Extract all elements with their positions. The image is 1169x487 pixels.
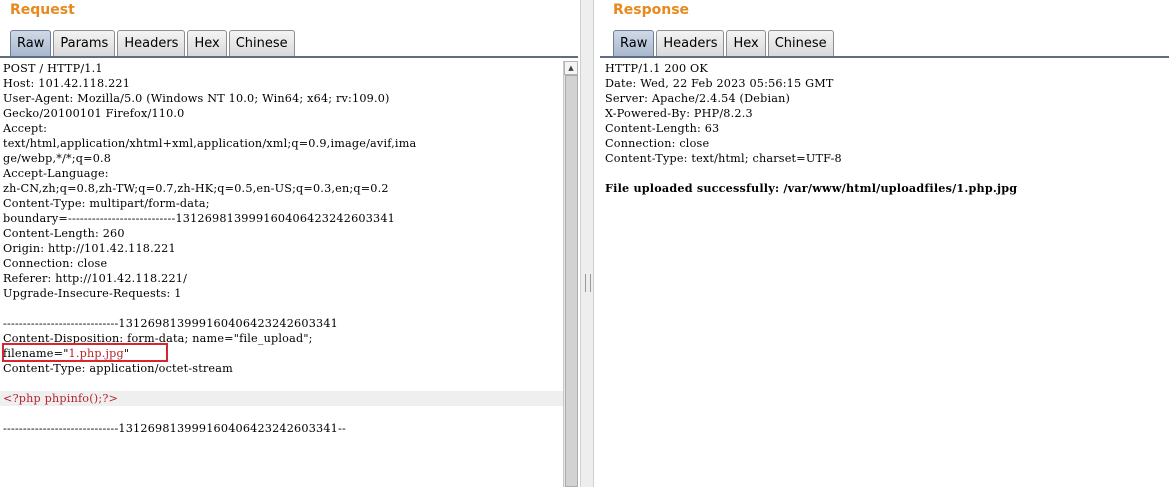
request-tab-raw[interactable]: Raw (10, 30, 52, 56)
request-pane: Request Raw Params Headers Hex Chinese P… (0, 0, 578, 487)
request-php-payload-line: <?php phpinfo();?> (0, 391, 564, 406)
request-title: Request (10, 2, 75, 18)
request-line: Host: 101.42.118.221 (3, 77, 131, 90)
response-line-blank (600, 166, 1169, 181)
request-line: Connection: close (3, 257, 108, 270)
response-tab-raw[interactable]: Raw (613, 30, 655, 56)
request-line: Referer: http://101.42.118.221/ (3, 272, 188, 285)
request-line-blank (0, 376, 564, 391)
request-line: Content-Type: application/octet-stream (3, 362, 233, 375)
response-tab-hex[interactable]: Hex (726, 30, 766, 56)
splitter-grip-icon[interactable] (585, 274, 591, 292)
request-line: -----------------------------13126981399… (3, 317, 338, 330)
response-line: Connection: close (605, 137, 710, 150)
request-line: ge/webp,*/*;q=0.8 (3, 152, 112, 165)
response-tabs: Raw Headers Hex Chinese (613, 30, 836, 57)
scroll-up-arrow-icon[interactable]: ▲ (564, 61, 578, 75)
request-tabs: Raw Params Headers Hex Chinese (10, 30, 297, 57)
response-tab-divider (600, 56, 1169, 58)
pane-splitter[interactable] (580, 0, 594, 487)
request-tab-params[interactable]: Params (53, 30, 116, 56)
request-editor[interactable]: POST / HTTP/1.1 Host: 101.42.118.221 Use… (0, 61, 564, 487)
response-tab-chinese[interactable]: Chinese (767, 30, 834, 56)
response-line: HTTP/1.1 200 OK (605, 62, 708, 75)
request-line: POST / HTTP/1.1 (3, 62, 103, 75)
request-line-blank (0, 301, 564, 316)
request-line: Content-Type: multipart/form-data; (3, 197, 210, 210)
response-body-message: File uploaded successfully: /var/www/htm… (605, 181, 1018, 195)
request-line: boundary=---------------------------1312… (3, 212, 395, 225)
request-line: Content-Length: 260 (3, 227, 125, 240)
response-line: Server: Apache/2.4.54 (Debian) (605, 92, 791, 105)
response-pane: Response Raw Headers Hex Chinese HTTP/1.… (600, 0, 1169, 487)
request-tab-headers[interactable]: Headers (117, 30, 186, 56)
response-line: X-Powered-By: PHP/8.2.3 (605, 107, 753, 120)
request-line: zh-CN,zh;q=0.8,zh-TW;q=0.7,zh-HK;q=0.5,e… (3, 182, 389, 195)
request-line: Accept-Language: (3, 167, 109, 180)
response-line: Content-Type: text/html; charset=UTF-8 (605, 152, 842, 165)
request-tab-hex[interactable]: Hex (187, 30, 227, 56)
filename-highlight-box (2, 343, 168, 362)
request-line: Origin: http://101.42.118.221 (3, 242, 176, 255)
request-line: Accept: (3, 122, 48, 135)
request-tab-chinese[interactable]: Chinese (228, 30, 295, 56)
request-line: User-Agent: Mozilla/5.0 (Windows NT 10.0… (3, 92, 390, 105)
request-line: text/html,application/xhtml+xml,applicat… (3, 137, 417, 150)
request-scroll-thumb[interactable] (565, 75, 578, 487)
response-line: Content-Length: 63 (605, 122, 720, 135)
request-line-blank (0, 406, 564, 421)
request-line: Upgrade-Insecure-Requests: 1 (3, 287, 182, 300)
request-scrollbar[interactable]: ▲ (563, 61, 578, 487)
response-tab-headers[interactable]: Headers (656, 30, 725, 56)
response-editor[interactable]: HTTP/1.1 200 OK Date: Wed, 22 Feb 2023 0… (600, 61, 1169, 487)
request-tab-divider (0, 56, 578, 58)
request-line: Gecko/20100101 Firefox/110.0 (3, 107, 185, 120)
response-line: Date: Wed, 22 Feb 2023 05:56:15 GMT (605, 77, 834, 90)
response-title: Response (613, 2, 690, 18)
request-line: -----------------------------13126981399… (3, 422, 346, 435)
